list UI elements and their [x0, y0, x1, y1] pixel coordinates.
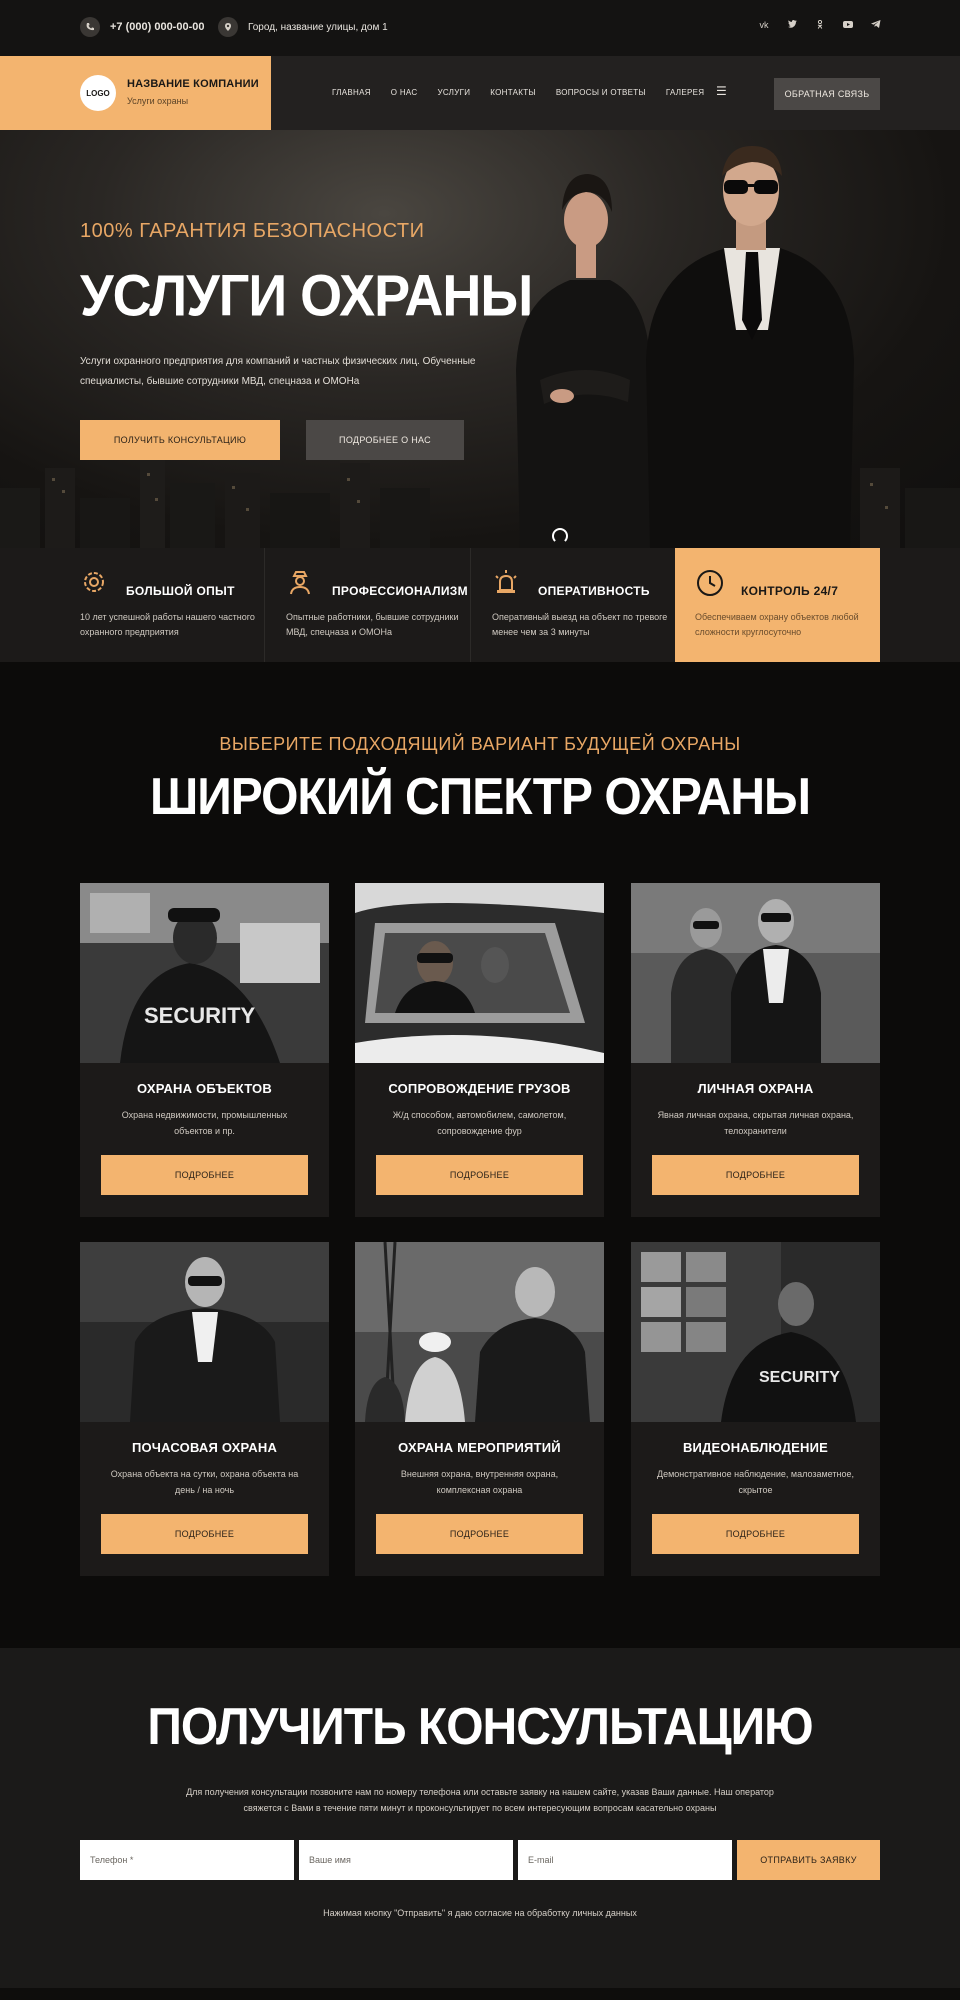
security-print: SECURITY [759, 1369, 840, 1386]
service-photo: SECURITY [80, 883, 329, 1063]
guard-icon [286, 568, 316, 598]
hamburger-icon[interactable]: ☰ [716, 84, 727, 98]
phone-input[interactable]: Телефон * [80, 1840, 294, 1880]
bodyguards-image [516, 146, 854, 548]
siren-icon [492, 568, 522, 598]
service-text: Ж/д способом, автомобилем, самолетом, со… [392, 1110, 567, 1136]
service-text: Явная личная охрана, скрытая личная охра… [657, 1110, 854, 1136]
feature-control: КОНТРОЛЬ 24/7 Обеспечиваем охрану объект… [675, 548, 880, 662]
details-button[interactable]: ПОДРОБНЕЕ [652, 1514, 859, 1554]
service-text: Демонстративное наблюдение, малозаметное… [657, 1469, 854, 1495]
feature-text: Опытные работники, бывшие сотрудники МВД… [286, 612, 459, 637]
service-photo: SECURITY [631, 1242, 880, 1422]
hero-description: Услуги охранного предприятия для компани… [80, 356, 476, 387]
brand-block[interactable]: LOGO НАЗВАНИЕ КОМПАНИИ Услуги охраны [0, 56, 271, 130]
services-title: ШИРОКИЙ СПЕКТР ОХРАНЫ [149, 768, 811, 827]
telegram-icon[interactable] [870, 20, 882, 31]
details-button[interactable]: ПОДРОБНЕЕ [376, 1514, 583, 1554]
email-input[interactable]: E-mail [518, 1840, 732, 1880]
feature-title: КОНТРОЛЬ 24/7 [741, 584, 839, 598]
phone-icon [80, 17, 100, 37]
address-text: Город, название улицы, дом 1 [248, 21, 388, 33]
company-subtitle: Услуги охраны [127, 96, 189, 106]
slider-indicator[interactable] [552, 528, 568, 544]
service-text: Охрана объекта на сутки, охрана объекта … [110, 1469, 299, 1495]
service-photo [631, 883, 880, 1063]
company-name: НАЗВАНИЕ КОМПАНИИ [127, 78, 259, 90]
hero-tagline: 100% ГАРАНТИЯ БЕЗОПАСНОСТИ [80, 220, 425, 242]
service-card-video: SECURITY ВИДЕОНАБЛЮДЕНИЕ Демонстративное… [631, 1242, 880, 1576]
nav-item-home[interactable]: ГЛАВНАЯ [332, 88, 371, 97]
feature-efficiency: ОПЕРАТИВНОСТЬ Оперативный выезд на объек… [492, 548, 698, 662]
name-input[interactable]: Ваше имя [299, 1840, 513, 1880]
service-title: ПОЧАСОВАЯ ОХРАНА [131, 1440, 278, 1455]
features-strip: БОЛЬШОЙ ОПЫТ 10 лет успешной работы наше… [0, 548, 960, 662]
service-photo [80, 1242, 329, 1422]
service-photo [355, 883, 604, 1063]
divider [264, 548, 265, 662]
feature-professionalism: ПРОФЕССИОНАЛИЗМ Опытные работники, бывши… [286, 548, 492, 662]
services-section: ВЫБЕРИТЕ ПОДХОДЯЩИЙ ВАРИАНТ БУДУЩЕЙ ОХРА… [0, 662, 960, 1648]
hero-section: 100% ГАРАНТИЯ БЕЗОПАСНОСТИ УСЛУГИ ОХРАНЫ… [0, 130, 960, 548]
youtube-icon[interactable] [842, 20, 854, 31]
feedback-button[interactable]: ОБРАТНАЯ СВЯЗЬ [774, 78, 880, 110]
service-title: ВИДЕОНАБЛЮДЕНИЕ [682, 1440, 829, 1455]
location-pin-icon [218, 17, 238, 37]
consultation-description: Для получения консультации позвоните нам… [186, 1787, 774, 1813]
feature-text: Оперативный выезд на объект по тревоге м… [492, 612, 668, 637]
feature-title: ОПЕРАТИВНОСТЬ [538, 584, 650, 598]
nav-item-services[interactable]: УСЛУГИ [437, 88, 470, 97]
consent-text: Нажимая кнопку "Отправить" я даю согласи… [323, 1908, 637, 1918]
service-card-hourly: ПОЧАСОВАЯ ОХРАНА Охрана объекта на сутки… [80, 1242, 329, 1576]
logo[interactable]: LOGO [80, 75, 116, 111]
feature-experience: БОЛЬШОЙ ОПЫТ 10 лет успешной работы наше… [80, 548, 286, 662]
consultation-button[interactable]: ПОЛУЧИТЬ КОНСУЛЬТАЦИЮ [80, 420, 280, 460]
details-button[interactable]: ПОДРОБНЕЕ [652, 1155, 859, 1195]
details-button[interactable]: ПОДРОБНЕЕ [101, 1155, 308, 1195]
phone-contact[interactable]: +7 (000) 000-00-00 [80, 17, 204, 37]
odnoklassniki-icon[interactable] [814, 19, 826, 31]
consultation-title: ПОЛУЧИТЬ КОНСУЛЬТАЦИЮ [147, 1698, 813, 1757]
hero-title: УСЛУГИ ОХРАНЫ [80, 263, 533, 329]
top-bar: +7 (000) 000-00-00 Город, название улицы… [0, 0, 960, 56]
service-card-events: ОХРАНА МЕРОПРИЯТИЙ Внешняя охрана, внутр… [355, 1242, 604, 1576]
nav-item-contacts[interactable]: КОНТАКТЫ [490, 88, 536, 97]
social-links: vk [758, 19, 882, 31]
feature-text: 10 лет успешной работы нашего частного о… [80, 612, 255, 637]
nav-item-about[interactable]: О НАС [391, 88, 418, 97]
services-tagline: ВЫБЕРИТЕ ПОДХОДЯЩИЙ ВАРИАНТ БУДУЩЕЙ ОХРА… [219, 734, 741, 754]
service-card-objects: SECURITY ОХРАНА ОБЪЕКТОВ Охрана недвижим… [80, 883, 329, 1217]
feature-title: ПРОФЕССИОНАЛИЗМ [332, 584, 468, 598]
feature-text: Обеспечиваем охрану объектов любой сложн… [695, 612, 859, 637]
consultation-section: ПОЛУЧИТЬ КОНСУЛЬТАЦИЮ Для получения конс… [0, 1648, 960, 1988]
main-nav: ГЛАВНАЯ О НАС УСЛУГИ КОНТАКТЫ ВОПРОСЫ И … [332, 88, 704, 97]
phone-number[interactable]: +7 (000) 000-00-00 [110, 21, 204, 33]
details-button[interactable]: ПОДРОБНЕЕ [101, 1514, 308, 1554]
service-title: СОПРОВОЖДЕНИЕ ГРУЗОВ [388, 1081, 571, 1096]
service-title: ЛИЧНАЯ ОХРАНА [697, 1081, 814, 1096]
service-text: Охрана недвижимости, промышленных объект… [121, 1110, 288, 1136]
service-title: ОХРАНА ОБЪЕКТОВ [137, 1081, 272, 1096]
service-card-personal: ЛИЧНАЯ ОХРАНА Явная личная охрана, скрыт… [631, 883, 880, 1217]
security-print: SECURITY [144, 1003, 256, 1028]
nav-item-faq[interactable]: ВОПРОСЫ И ОТВЕТЫ [556, 88, 646, 97]
twitter-icon[interactable] [786, 20, 798, 31]
feature-title: БОЛЬШОЙ ОПЫТ [126, 584, 235, 598]
vk-icon[interactable]: vk [758, 20, 770, 31]
site-header: LOGO НАЗВАНИЕ КОМПАНИИ Услуги охраны ГЛА… [0, 56, 960, 130]
gear-badge-icon [80, 568, 110, 598]
address-contact: Город, название улицы, дом 1 [218, 17, 388, 37]
clock-icon [695, 568, 725, 598]
service-photo [355, 1242, 604, 1422]
service-title: ОХРАНА МЕРОПРИЯТИЙ [398, 1440, 561, 1455]
service-card-cargo: СОПРОВОЖДЕНИЕ ГРУЗОВ Ж/д способом, автом… [355, 883, 604, 1217]
footer-strip [0, 1988, 960, 2000]
divider [470, 548, 471, 662]
service-text: Внешняя охрана, внутренняя охрана, компл… [400, 1469, 559, 1495]
nav-item-gallery[interactable]: ГАЛЕРЕЯ [666, 88, 704, 97]
details-button[interactable]: ПОДРОБНЕЕ [376, 1155, 583, 1195]
about-button[interactable]: ПОДРОБНЕЕ О НАС [306, 420, 464, 460]
submit-request-button[interactable]: ОТПРАВИТЬ ЗАЯВКУ [737, 1840, 880, 1880]
